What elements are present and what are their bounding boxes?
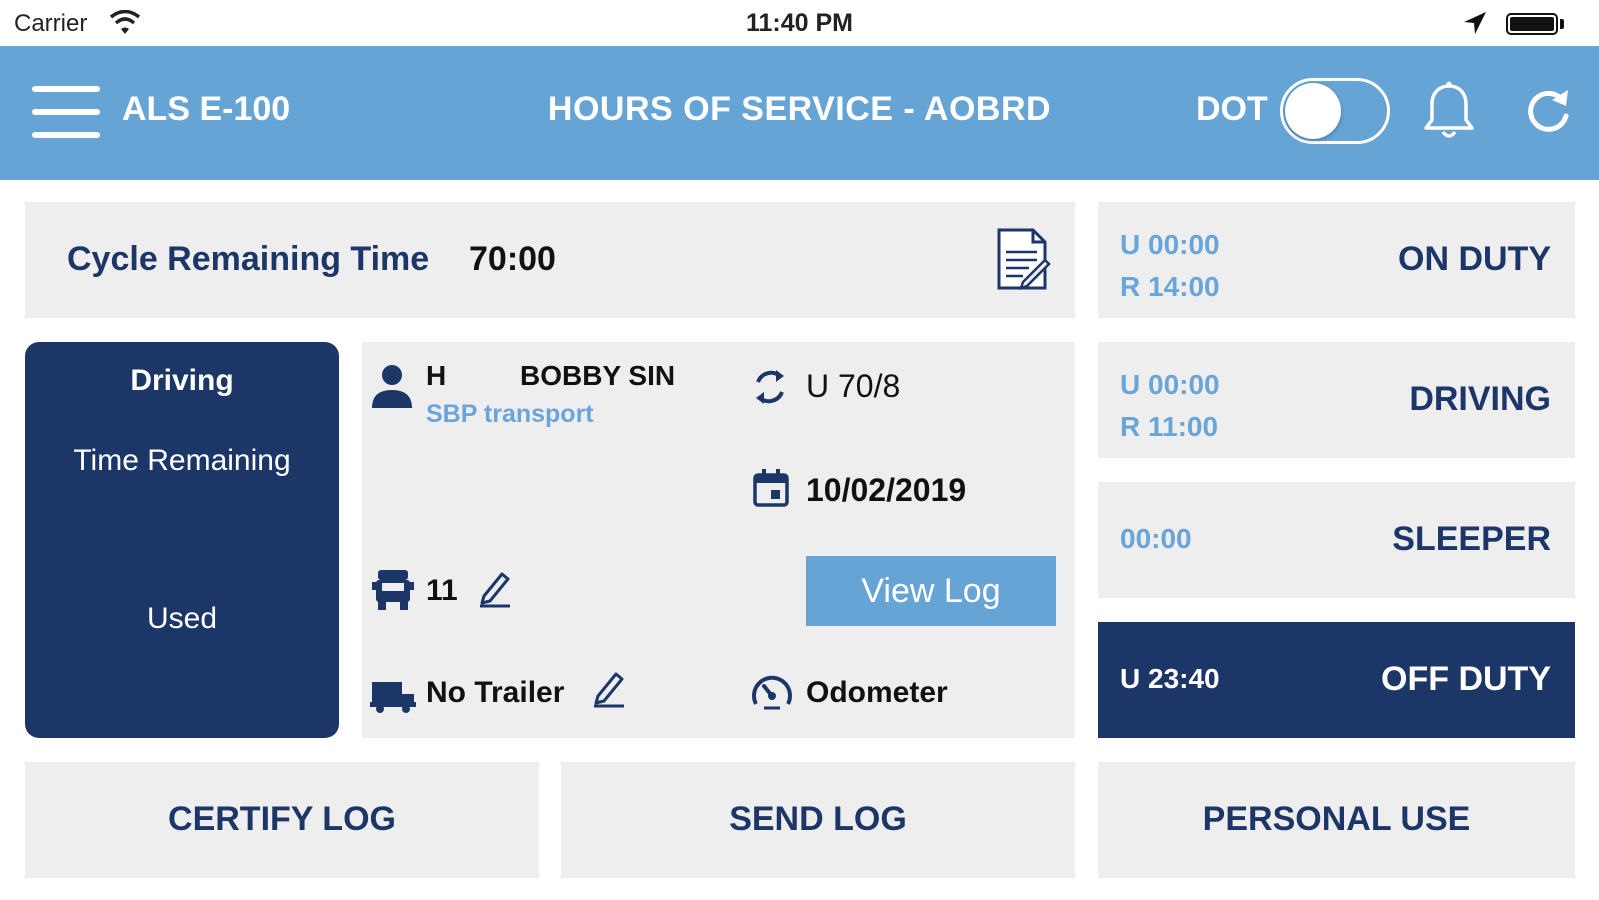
driving-used: U 00:00 <box>1120 369 1220 400</box>
driving-card-title: Driving <box>130 364 234 397</box>
driver-person-icon <box>372 365 412 408</box>
clock: 11:40 PM <box>745 9 853 37</box>
certify-log-label: CERTIFY LOG <box>168 800 396 838</box>
driver-name: BOBBY SIN <box>520 360 676 391</box>
dot-toggle[interactable] <box>1280 78 1390 144</box>
time-remaining-label: Time Remaining <box>73 444 291 477</box>
odometer-icon <box>752 675 792 710</box>
driving-remaining: R 11:00 <box>1120 411 1219 442</box>
view-log-button[interactable]: View Log <box>806 556 1056 626</box>
sleeper-button[interactable]: 00:00 SLEEPER <box>1098 482 1575 598</box>
driving-label: DRIVING <box>1409 380 1551 418</box>
driver-info-panel: H BOBBY SIN SBP transport U 70/8 10/02/2… <box>362 342 1075 738</box>
driving-times: U 00:00 R 11:00 <box>1120 364 1220 448</box>
personal-use-button[interactable]: PERSONAL USE <box>1098 762 1575 878</box>
cycle-remaining-panel: Cycle Remaining Time 70:00 <box>25 202 1075 318</box>
sleeper-times: 00:00 <box>1120 518 1192 560</box>
cycle-remaining-label: Cycle Remaining Time <box>67 240 430 278</box>
refresh-icon[interactable] <box>1522 84 1574 138</box>
driving-time-card: Driving Time Remaining Used <box>25 342 339 738</box>
location-arrow-icon <box>1464 12 1486 34</box>
truck-number: 11 <box>426 574 458 607</box>
battery-icon <box>1506 13 1558 35</box>
on-duty-button[interactable]: U 00:00 R 14:00 ON DUTY <box>1098 202 1575 318</box>
on-duty-used: U 00:00 <box>1120 229 1220 260</box>
app-header: ALS E-100 HOURS OF SERVICE - AOBRD DOT <box>0 46 1599 180</box>
cycle-remaining-value: 70:00 <box>469 240 556 278</box>
log-date: 10/02/2019 <box>806 472 967 508</box>
off-duty-times: U 23:40 <box>1120 658 1220 700</box>
cycle-rule-icon <box>756 370 784 404</box>
off-duty-label: OFF DUTY <box>1381 660 1551 698</box>
toggle-knob <box>1285 83 1341 139</box>
sleeper-label: SLEEPER <box>1392 520 1551 558</box>
battery-tip <box>1560 19 1564 29</box>
send-log-button[interactable]: SEND LOG <box>561 762 1075 878</box>
cycle-rule: U 70/8 <box>806 368 901 404</box>
status-bar: Carrier 11:40 PM <box>0 0 1599 46</box>
off-duty-used: U 23:40 <box>1120 663 1220 694</box>
used-label: Used <box>146 602 218 635</box>
trailer-icon <box>370 682 416 713</box>
on-duty-remaining: R 14:00 <box>1120 271 1220 302</box>
document-edit-icon[interactable] <box>993 226 1051 292</box>
on-duty-label: ON DUTY <box>1398 240 1551 278</box>
dot-label: DOT <box>1196 90 1268 128</box>
sleeper-used: 00:00 <box>1120 523 1192 554</box>
driver-initial: H <box>426 360 447 391</box>
truck-icon <box>372 570 414 610</box>
edit-truck-pencil-icon[interactable] <box>476 568 512 608</box>
calendar-icon <box>753 469 789 507</box>
bell-icon[interactable] <box>1420 80 1478 142</box>
company-name: SBP transport <box>426 400 594 428</box>
on-duty-times: U 00:00 R 14:00 <box>1120 224 1220 308</box>
send-log-label: SEND LOG <box>729 800 907 838</box>
edit-trailer-pencil-icon[interactable] <box>590 668 626 708</box>
trailer-value: No Trailer <box>426 676 565 709</box>
certify-log-button[interactable]: CERTIFY LOG <box>25 762 539 878</box>
driving-status-button[interactable]: U 00:00 R 11:00 DRIVING <box>1098 342 1575 458</box>
odometer-label: Odometer <box>806 676 948 709</box>
off-duty-button[interactable]: U 23:40 OFF DUTY <box>1098 622 1575 738</box>
personal-use-label: PERSONAL USE <box>1202 800 1471 838</box>
